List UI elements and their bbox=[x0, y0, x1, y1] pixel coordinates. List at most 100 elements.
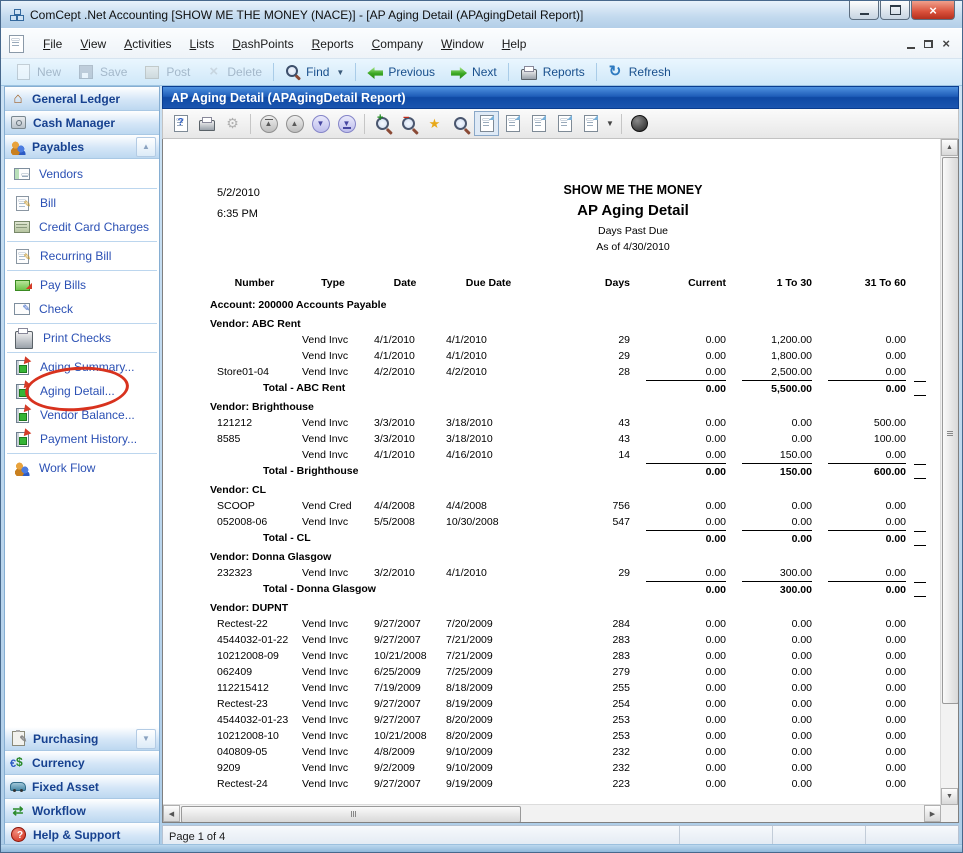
sidebar-header-general-ledger[interactable]: General Ledger bbox=[5, 87, 159, 111]
sidebar-header-cash-manager[interactable]: Cash Manager bbox=[5, 111, 159, 135]
vertical-scrollbar[interactable]: ▲ ▼ bbox=[940, 139, 958, 805]
chevron-down-icon[interactable]: ▼ bbox=[604, 119, 616, 128]
sidebar-item-vendors[interactable]: Vendors bbox=[5, 162, 159, 186]
total-value: 600.00 bbox=[828, 463, 906, 479]
prev-page-button[interactable]: ▲ bbox=[282, 111, 307, 136]
report-row: Vend Invc4/1/20104/16/2010140.00150.000.… bbox=[163, 447, 941, 463]
sidebar-item-vendor-balance[interactable]: Vendor Balance... bbox=[5, 403, 159, 427]
menu-item-company[interactable]: Company bbox=[363, 34, 432, 54]
menu-item-help[interactable]: Help bbox=[493, 34, 536, 54]
maximize-button[interactable] bbox=[880, 1, 910, 20]
sidebar-header-label: Workflow bbox=[32, 804, 86, 818]
scroll-up-arrow[interactable]: ▲ bbox=[941, 139, 958, 156]
report-row: 052008-06Vend Invc5/5/200810/30/20085470… bbox=[163, 514, 941, 530]
vendor-total-row: Total - Donna Glasgow0.00300.000.00 bbox=[163, 581, 941, 597]
mdi-restore-icon[interactable] bbox=[924, 40, 933, 48]
report-row: Store01-04Vend Invc4/2/20104/2/2010280.0… bbox=[163, 364, 941, 380]
zoom-wand-button[interactable] bbox=[422, 111, 447, 136]
layout-5-button[interactable] bbox=[578, 111, 603, 136]
menu-item-file[interactable]: File bbox=[34, 34, 71, 54]
menu-item-dashpoints[interactable]: DashPoints bbox=[223, 34, 302, 54]
settings-wrench-icon bbox=[226, 115, 239, 133]
mdi-close-icon[interactable]: × bbox=[942, 39, 950, 49]
sidebar-header-fixed-asset[interactable]: Fixed Asset bbox=[5, 775, 159, 799]
menu-item-lists[interactable]: Lists bbox=[181, 34, 224, 54]
stop-button[interactable] bbox=[627, 111, 652, 136]
zoom-button[interactable] bbox=[448, 111, 473, 136]
navigation-sidebar: General LedgerCash ManagerPayables▲ Vendo… bbox=[4, 86, 160, 848]
minimize-button[interactable] bbox=[849, 1, 879, 20]
sidebar-item-print-checks[interactable]: Print Checks bbox=[5, 326, 159, 350]
magnifier-icon bbox=[454, 117, 467, 130]
close-button[interactable]: × bbox=[911, 1, 955, 20]
cell: 0.00 bbox=[726, 760, 812, 776]
first-page-button[interactable]: ▲ bbox=[256, 111, 281, 136]
chevron-up-icon[interactable]: ▲ bbox=[136, 137, 156, 157]
cell: 0.00 bbox=[812, 348, 906, 364]
next-button[interactable]: Next bbox=[443, 63, 505, 81]
sidebar-item-credit-card-charges[interactable]: Credit Card Charges bbox=[5, 215, 159, 239]
sidebar-header-workflow[interactable]: Workflow bbox=[5, 799, 159, 823]
layout-4-button[interactable] bbox=[552, 111, 577, 136]
export-help-button[interactable] bbox=[168, 111, 193, 136]
layout-2-button[interactable] bbox=[500, 111, 525, 136]
toolbar-separator bbox=[364, 114, 365, 134]
zoom-out-button[interactable] bbox=[396, 111, 421, 136]
last-page-button[interactable]: ▼ bbox=[334, 111, 359, 136]
page-setup-button[interactable] bbox=[220, 111, 245, 136]
refresh-label: Refresh bbox=[629, 65, 671, 79]
menu-item-activities[interactable]: Activities bbox=[115, 34, 180, 54]
total-label: Total - Brighthouse bbox=[217, 463, 541, 479]
cell: 9/27/2007 bbox=[374, 696, 446, 712]
report-as-of-date: As of 4/30/2010 bbox=[333, 241, 933, 253]
sidebar-header-purchasing[interactable]: Purchasing▼ bbox=[5, 727, 159, 751]
print-button[interactable] bbox=[194, 111, 219, 136]
sidebar-header-payables[interactable]: Payables▲ bbox=[5, 135, 159, 159]
menu-item-window[interactable]: Window bbox=[432, 34, 493, 54]
sidebar-item-aging-summary[interactable]: Aging Summary... bbox=[5, 355, 159, 379]
zoom-in-button[interactable] bbox=[370, 111, 395, 136]
toolbar-separator bbox=[596, 63, 597, 81]
cell: 232323 bbox=[217, 565, 302, 581]
horizontal-scrollbar-thumb[interactable] bbox=[181, 806, 521, 823]
find-button[interactable]: Find▼ bbox=[277, 62, 352, 82]
report-row: 040809-05Vend Invc4/8/20099/10/20092320.… bbox=[163, 744, 941, 760]
scrollbar-corner bbox=[941, 805, 958, 822]
sidebar-item-label: Vendor Balance... bbox=[40, 408, 135, 422]
sidebar-item-check[interactable]: Check bbox=[5, 297, 159, 321]
cell: Vend Invc bbox=[302, 565, 374, 581]
column-header-label: Days bbox=[567, 275, 630, 291]
cell: 9209 bbox=[217, 760, 302, 776]
report-row: 10212008-09Vend Invc10/21/20087/21/20092… bbox=[163, 648, 941, 664]
reports-button[interactable]: Reports bbox=[512, 63, 593, 82]
find-label: Find bbox=[306, 65, 329, 79]
next-page-button[interactable]: ▼ bbox=[308, 111, 333, 136]
sidebar-item-aging-detail[interactable]: Aging Detail... bbox=[5, 379, 159, 403]
scroll-left-arrow[interactable]: ◀ bbox=[163, 805, 180, 822]
menu-item-reports[interactable]: Reports bbox=[303, 34, 363, 54]
cell: 7/21/2009 bbox=[446, 632, 541, 648]
scroll-down-arrow[interactable]: ▼ bbox=[941, 788, 958, 805]
chevron-down-icon[interactable]: ▼ bbox=[136, 729, 156, 749]
horizontal-scrollbar[interactable]: ◀ ▶ bbox=[163, 804, 941, 822]
menu-item-view[interactable]: View bbox=[71, 34, 115, 54]
cell: 0.00 bbox=[726, 776, 812, 792]
sidebar-item-payment-history[interactable]: Payment History... bbox=[5, 427, 159, 451]
page-layout-icon bbox=[480, 115, 494, 132]
sidebar-item-bill[interactable]: Bill bbox=[5, 191, 159, 215]
vertical-scrollbar-thumb[interactable] bbox=[942, 157, 959, 704]
cell: 0.00 bbox=[812, 514, 906, 530]
scroll-right-arrow[interactable]: ▶ bbox=[924, 805, 941, 822]
previous-button[interactable]: Previous bbox=[359, 63, 443, 81]
refresh-button[interactable]: Refresh bbox=[600, 62, 679, 82]
people-icon bbox=[14, 460, 30, 476]
flow-arrows-icon bbox=[10, 803, 26, 819]
total-value: 300.00 bbox=[742, 581, 812, 597]
sidebar-item-work-flow[interactable]: Work Flow bbox=[5, 456, 159, 480]
sidebar-item-recurring-bill[interactable]: Recurring Bill bbox=[5, 244, 159, 268]
sidebar-item-pay-bills[interactable]: Pay Bills bbox=[5, 273, 159, 297]
layout-3-button[interactable] bbox=[526, 111, 551, 136]
layout-single-button[interactable] bbox=[474, 111, 499, 136]
sidebar-header-currency[interactable]: Currency bbox=[5, 751, 159, 775]
mdi-minimize-icon[interactable] bbox=[907, 44, 915, 49]
